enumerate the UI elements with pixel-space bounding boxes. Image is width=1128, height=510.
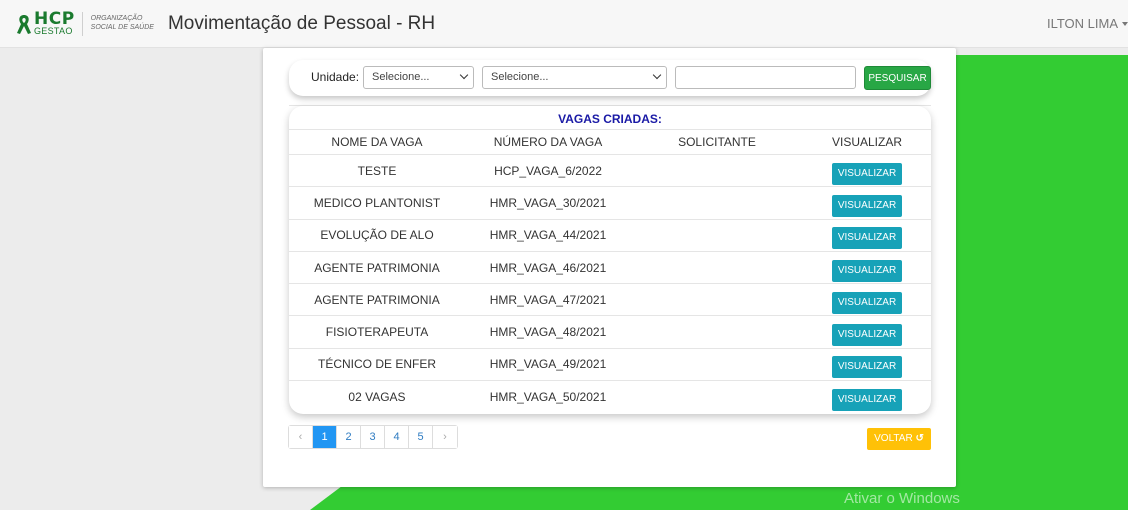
vacancy-number: HMR_VAGA_49/2021: [489, 357, 607, 372]
main-card: Unidade: Selecione... Selecione... PESQU…: [263, 48, 956, 487]
vacancy-name: 02 VAGAS: [348, 390, 406, 405]
pagination-page-2[interactable]: 2: [337, 426, 361, 448]
vacancy-number: HMR_VAGA_46/2021: [489, 260, 607, 275]
filter-bar: Unidade: Selecione... Selecione... PESQU…: [289, 60, 931, 96]
logo-org-text: ORGANIZAÇÃO SOCIAL DE SAÚDE: [91, 15, 154, 31]
back-button-label: VOLTAR: [874, 433, 913, 444]
view-button[interactable]: VISUALIZAR: [832, 227, 902, 250]
logo-divider: [81, 11, 83, 36]
view-button[interactable]: VISUALIZAR: [832, 194, 902, 217]
view-button[interactable]: VISUALIZAR: [832, 162, 902, 185]
back-button[interactable]: VOLTAR ↺: [867, 428, 931, 450]
vacancy-number: HMR_VAGA_30/2021: [489, 195, 607, 210]
vacancy-name: AGENTE PATRIMONIA: [314, 292, 440, 307]
chevron-down-icon: [652, 70, 662, 80]
chevron-down-icon: [459, 70, 469, 80]
caret-down-icon: [1122, 21, 1128, 26]
table-row: EVOLUÇÃO DE ALO HMR_VAGA_44/2021 VISUALIZA…: [289, 220, 931, 252]
search-input[interactable]: [675, 66, 856, 89]
unit-label: Unidade:: [311, 70, 360, 84]
view-button[interactable]: VISUALIZAR: [832, 324, 902, 347]
top-navbar: HCP GESTAO ORGANIZAÇÃO SOCIAL DE SAÚDE M…: [0, 0, 1128, 48]
vacancy-name: MEDICO PLANTONIST: [313, 195, 441, 210]
user-name: ILTON LIMA: [1046, 16, 1118, 31]
pagination: ‹ 1 2 3 4 5 ›: [288, 425, 458, 449]
column-header-number: NÚMERO DA VAGA: [493, 135, 603, 149]
vacancy-number: HMR_VAGA_48/2021: [489, 325, 607, 340]
unit-select[interactable]: Selecione...: [363, 66, 474, 89]
pagination-page-5[interactable]: 5: [409, 426, 433, 448]
secondary-select[interactable]: Selecione...: [482, 66, 667, 89]
pagination-next[interactable]: ›: [433, 426, 457, 448]
vacancies-table: VAGAS CRIADAS: NOME DA VAGA NÚMERO DA VA…: [289, 106, 931, 414]
hcp-logo[interactable]: HCP GESTAO ORGANIZAÇÃO SOCIAL DE SAÚDE: [16, 9, 154, 39]
table-heading: VAGAS CRIADAS:: [289, 106, 931, 130]
table-row: AGENTE PATRIMONIA HMR_VAGA_47/2021 VISUALI…: [289, 284, 931, 317]
table-row: FISIOTERAPEUTA HMR_VAGA_48/2021 VISUALIZAR: [289, 316, 931, 349]
logo-org-line1: ORGANIZAÇÃO: [90, 15, 143, 23]
vacancy-name: FISIOTERAPEUTA: [325, 325, 429, 340]
page-title: Movimentação de Pessoal - RH: [167, 12, 436, 34]
vacancy-number: HMR_VAGA_50/2021: [489, 390, 607, 405]
pagination-page-3[interactable]: 3: [361, 426, 385, 448]
vacancy-name: TESTE: [357, 163, 397, 178]
table-row: TÉCNICO DE ENFER HMR_VAGA_49/2021 VISUALIZ…: [289, 349, 931, 382]
pagination-page-1[interactable]: 1: [313, 426, 337, 448]
column-header-name: NOME DA VAGA: [331, 135, 423, 149]
view-button[interactable]: VISUALIZAR: [832, 389, 902, 412]
pagination-page-4[interactable]: 4: [385, 426, 409, 448]
view-button[interactable]: VISUALIZAR: [832, 259, 902, 282]
windows-activation-watermark: Ativar o Windows: [844, 490, 960, 507]
table-row: 02 VAGAS HMR_VAGA_50/2021 VISUALIZAR: [289, 381, 931, 413]
vacancy-name: TÉCNICO DE ENFER: [317, 357, 436, 372]
table-row: MEDICO PLANTONIST HMR_VAGA_30/2021 VISUALI…: [289, 187, 931, 220]
user-menu[interactable]: ILTON LIMA: [1047, 16, 1128, 31]
search-button[interactable]: PESQUISAR: [864, 66, 931, 90]
vacancy-number: HCP_VAGA_6/2022: [494, 163, 602, 178]
vacancy-number: HMR_VAGA_44/2021: [489, 228, 607, 243]
table-row: TESTE HCP_VAGA_6/2022 VISUALIZAR: [289, 155, 931, 188]
view-button[interactable]: VISUALIZAR: [832, 356, 902, 379]
logo-org-line2: SOCIAL DE SAÚDE: [90, 23, 154, 31]
secondary-select-value: Selecione...: [491, 71, 549, 83]
vacancy-name: AGENTE PATRIMONIA: [314, 260, 440, 275]
table-header-row: NOME DA VAGA NÚMERO DA VAGA SOLICITANTE …: [289, 130, 931, 155]
vacancy-number: HMR_VAGA_47/2021: [489, 292, 607, 307]
column-header-requester: SOLICITANTE: [678, 135, 756, 149]
unit-select-value: Selecione...: [372, 71, 430, 83]
vacancy-name: EVOLUÇÃO DE ALO: [320, 228, 434, 243]
table-row: AGENTE PATRIMONIA HMR_VAGA_46/2021 VISUALI…: [289, 252, 931, 285]
undo-icon: ↺: [915, 433, 924, 444]
ribbon-icon: [16, 13, 32, 35]
view-button[interactable]: VISUALIZAR: [832, 291, 902, 314]
pagination-prev[interactable]: ‹: [289, 426, 313, 448]
logo-gestao-text: GESTAO: [34, 26, 73, 36]
column-header-view: VISUALIZAR: [831, 135, 903, 149]
